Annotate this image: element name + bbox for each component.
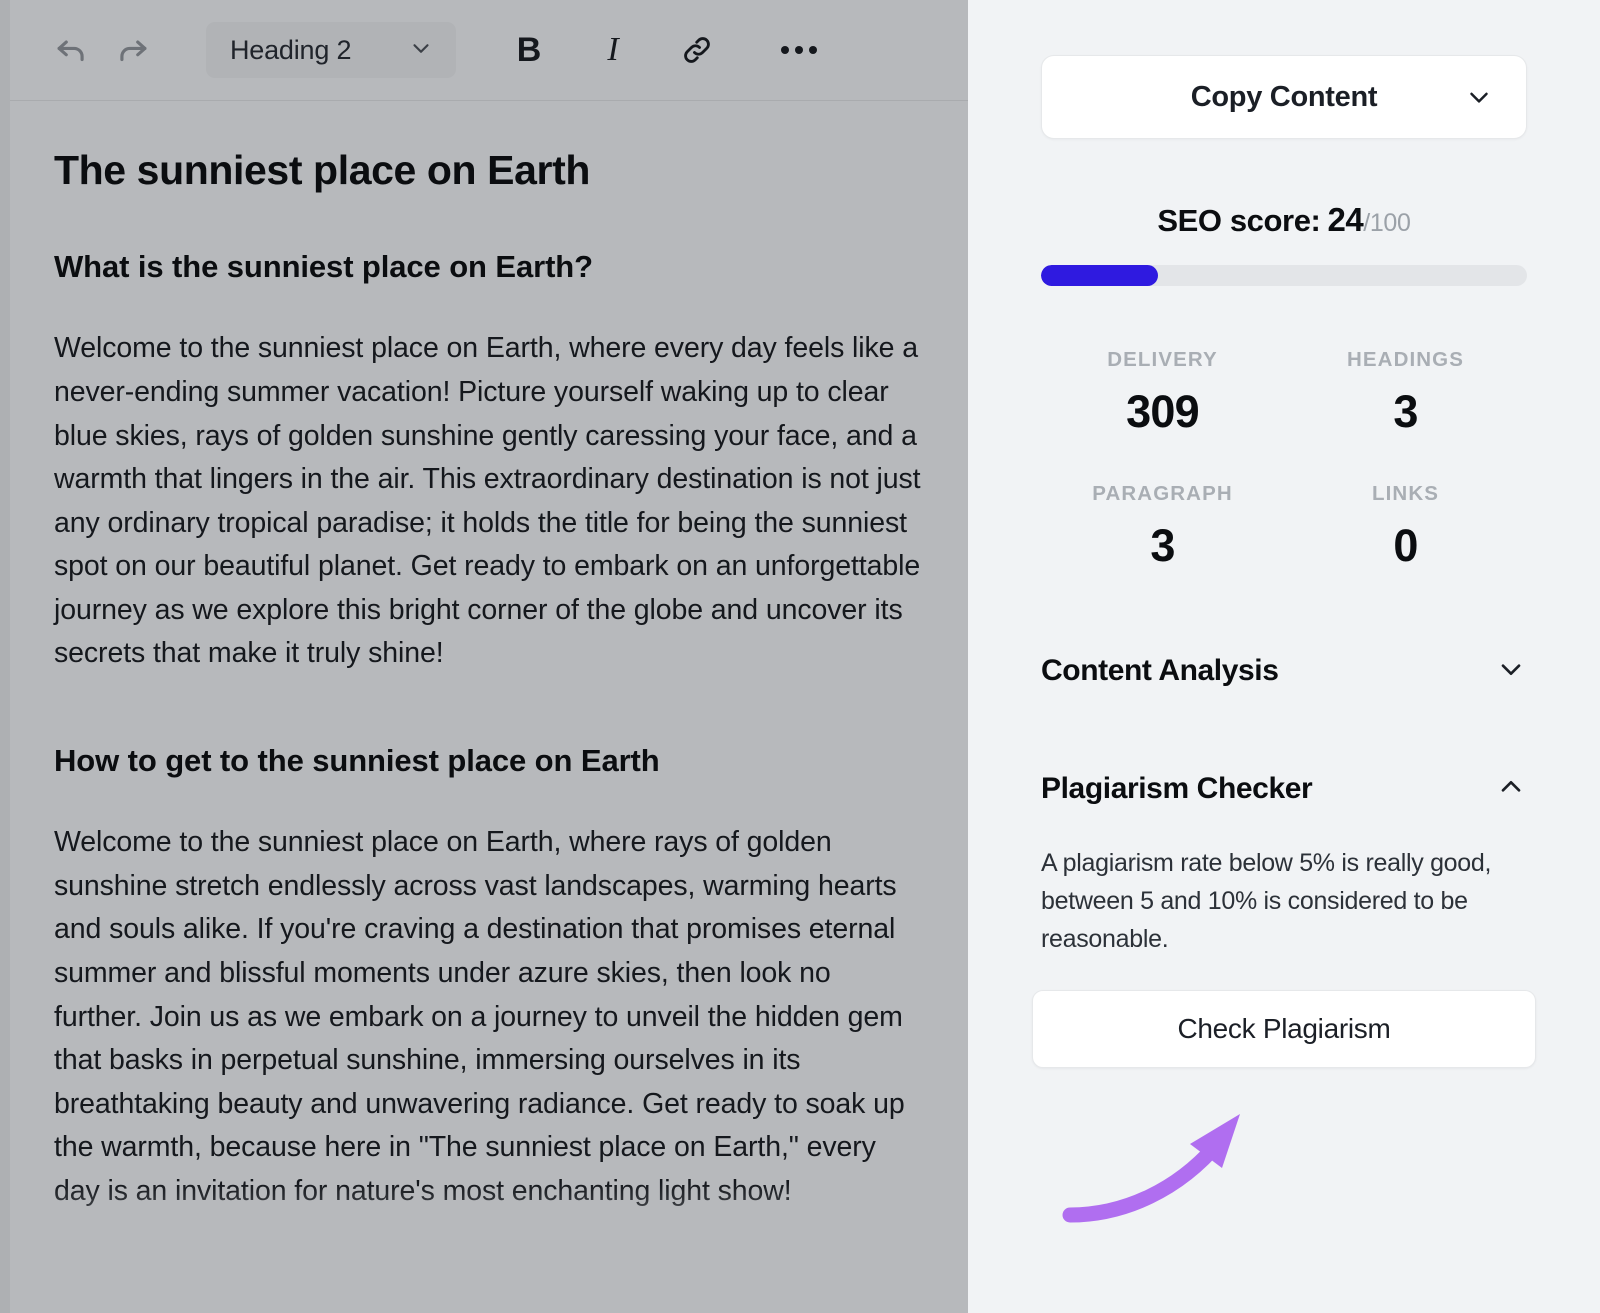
metric-headings: HEADINGS 3 xyxy=(1284,348,1527,438)
accordion-title: Content Analysis xyxy=(1041,654,1279,687)
seo-score-progress-fill xyxy=(1041,265,1158,286)
seo-writing-assistant-screen: Heading 2 B I The sunniest place on Eart… xyxy=(0,0,1600,1313)
metric-label: HEADINGS xyxy=(1346,348,1464,371)
check-plagiarism-label: Check Plagiarism xyxy=(1177,1013,1391,1044)
italic-button[interactable]: I xyxy=(582,22,644,78)
seo-score-value: 24 xyxy=(1327,201,1364,238)
accordion-plagiarism-checker[interactable]: Plagiarism Checker xyxy=(1041,752,1527,826)
chevron-up-icon[interactable] xyxy=(1495,771,1527,808)
insert-link-button[interactable] xyxy=(666,22,728,78)
undo-button[interactable] xyxy=(40,22,102,78)
italic-label: I xyxy=(607,31,619,68)
chevron-down-icon[interactable] xyxy=(1464,82,1494,112)
chevron-down-icon xyxy=(408,35,434,66)
metric-value: 3 xyxy=(1150,520,1175,571)
accordion-content-analysis[interactable]: Content Analysis xyxy=(1041,634,1527,708)
document-title: The sunniest place on Earth xyxy=(54,147,590,193)
document-editor-pane: Heading 2 B I The sunniest place on Eart… xyxy=(0,0,968,1313)
metric-links: LINKS 0 xyxy=(1284,482,1527,572)
seo-score-max: /100 xyxy=(1363,209,1411,237)
metric-paragraph: PARAGRAPH 3 xyxy=(1041,482,1284,572)
document-heading-1: What is the sunniest place on Earth? xyxy=(54,249,593,285)
redo-button[interactable] xyxy=(102,22,164,78)
bold-button[interactable]: B xyxy=(498,22,560,78)
metric-label: DELIVERY xyxy=(1107,348,1218,371)
curved-arrow-up-right-icon xyxy=(1054,1082,1314,1232)
text-style-select[interactable]: Heading 2 xyxy=(206,22,456,78)
panel-accordion: Content Analysis Plagiarism Checker A pl… xyxy=(1041,634,1527,958)
more-horizontal-icon xyxy=(781,46,817,54)
accordion-title: Plagiarism Checker xyxy=(1041,772,1313,805)
metric-label: LINKS xyxy=(1372,482,1439,505)
more-options-button[interactable] xyxy=(768,22,830,78)
document-paragraph-1: Welcome to the sunniest place on Earth, … xyxy=(54,332,921,670)
redo-arrow-icon xyxy=(114,31,152,69)
link-chain-icon xyxy=(680,33,714,67)
metric-label: PARAGRAPH xyxy=(1092,482,1233,505)
undo-arrow-icon xyxy=(52,31,90,69)
metric-value: 3 xyxy=(1393,386,1418,437)
document-heading-2: How to get to the sunniest place on Eart… xyxy=(54,743,660,779)
metric-value: 0 xyxy=(1393,520,1418,571)
editor-toolbar: Heading 2 B I xyxy=(10,0,968,101)
plagiarism-description: A plagiarism rate below 5% is really goo… xyxy=(1041,849,1492,953)
copy-content-button[interactable]: Copy Content xyxy=(1041,55,1527,139)
plagiarism-panel-body: A plagiarism rate below 5% is really goo… xyxy=(1041,844,1527,958)
metric-delivery: DELIVERY 309 xyxy=(1041,348,1284,438)
bold-label: B xyxy=(516,31,542,69)
seo-score-progress-track xyxy=(1041,265,1527,286)
text-style-value: Heading 2 xyxy=(230,34,352,65)
document-content[interactable]: The sunniest place on Earth What is the … xyxy=(10,101,968,1313)
metrics-grid: DELIVERY 309 HEADINGS 3 PARAGRAPH 3 LINK… xyxy=(1041,348,1527,572)
document-paragraph-2: Welcome to the sunniest place on Earth, … xyxy=(54,826,905,1208)
seo-score: SEO score: 24 /100 xyxy=(992,201,1576,239)
metric-value: 309 xyxy=(1126,386,1199,437)
seo-score-label: SEO score: xyxy=(1157,203,1321,238)
copy-content-label: Copy Content xyxy=(1190,80,1378,113)
seo-sidebar-panel: Copy Content SEO score: 24 /100 DELIVERY… xyxy=(968,0,1600,1313)
chevron-down-icon[interactable] xyxy=(1495,653,1527,690)
check-plagiarism-button[interactable]: Check Plagiarism xyxy=(1032,990,1536,1068)
